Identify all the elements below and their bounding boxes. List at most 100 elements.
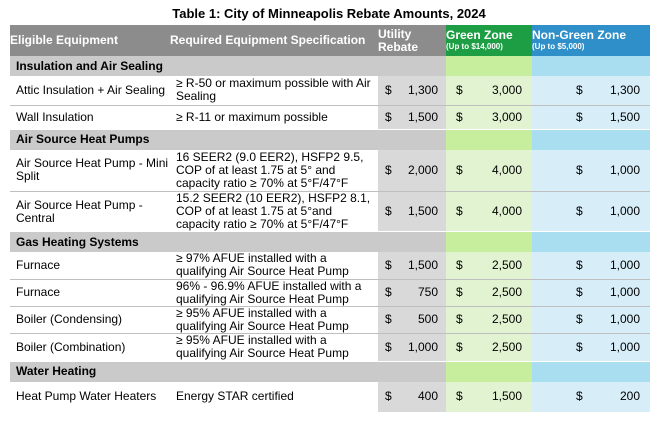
section-nongreen-fill bbox=[532, 129, 650, 150]
amount-value: 1,500 bbox=[407, 257, 438, 272]
currency-symbol: $ bbox=[456, 204, 463, 218]
amount-value: 2,500 bbox=[491, 339, 522, 354]
spec-cell: ≥ 97% AFUE installed with a qualifying A… bbox=[170, 252, 378, 280]
amount-value: 400 bbox=[417, 389, 438, 404]
spec-cell: 16 SEER2 (9.0 EER2), HSFP2 9.5, COP of a… bbox=[170, 149, 378, 192]
section-heading: Insulation and Air Sealing bbox=[10, 56, 378, 76]
header-equipment: Eligible Equipment bbox=[10, 25, 170, 56]
section-green-fill bbox=[446, 56, 532, 76]
currency-symbol: $ bbox=[576, 82, 583, 97]
currency-symbol: $ bbox=[456, 109, 463, 124]
table-row: Wall Insulation ≥ R-11 or maximum possibl… bbox=[10, 105, 650, 130]
equipment-cell: Wall Insulation bbox=[10, 105, 170, 130]
section-row: Air Source Heat Pumps bbox=[10, 129, 650, 150]
amount-value: 750 bbox=[417, 285, 438, 299]
amount-value: 4,000 bbox=[491, 162, 522, 177]
currency-symbol: $ bbox=[456, 82, 463, 97]
currency-symbol: $ bbox=[385, 162, 392, 177]
equipment-cell: Air Source Heat Pump - Central bbox=[10, 191, 170, 232]
currency-symbol: $ bbox=[576, 204, 583, 218]
currency-symbol: $ bbox=[456, 389, 463, 404]
header-utility: Utility Rebate bbox=[378, 25, 446, 56]
currency-symbol: $ bbox=[456, 257, 463, 272]
section-row: Gas Heating Systems bbox=[10, 231, 650, 252]
spec-cell: ≥ R-11 or maximum possible bbox=[170, 105, 378, 130]
equipment-cell: Boiler (Condensing) bbox=[10, 306, 170, 334]
amount-value: 1,300 bbox=[609, 82, 640, 97]
section-heading: Water Heating bbox=[10, 361, 378, 382]
amount-value: 3,000 bbox=[491, 82, 522, 97]
currency-symbol: $ bbox=[576, 257, 583, 272]
section-heading: Gas Heating Systems bbox=[10, 231, 378, 252]
utility-rebate-cell: $400 bbox=[378, 381, 446, 413]
utility-rebate-cell: $1,000 bbox=[378, 333, 446, 362]
equipment-cell: Air Source Heat Pump - Mini Split bbox=[10, 149, 170, 192]
currency-symbol: $ bbox=[385, 389, 392, 404]
utility-rebate-cell: $1,500 bbox=[378, 105, 446, 130]
rebate-table: Eligible Equipment Required Equipment Sp… bbox=[10, 25, 650, 413]
currency-symbol: $ bbox=[456, 312, 463, 326]
table-title: Table 1: City of Minneapolis Rebate Amou… bbox=[172, 6, 486, 21]
utility-rebate-cell: $1,500 bbox=[378, 252, 446, 280]
amount-value: 1,000 bbox=[609, 312, 640, 326]
table-row: Furnace ≥ 97% AFUE installed with a quali… bbox=[10, 252, 650, 280]
table-row: Boiler (Condensing) ≥ 95% AFUE installed … bbox=[10, 306, 650, 334]
currency-symbol: $ bbox=[576, 339, 583, 354]
amount-value: 1,500 bbox=[407, 204, 438, 218]
amount-value: 1,000 bbox=[407, 339, 438, 354]
section-green-fill bbox=[446, 231, 532, 252]
table-row: Boiler (Combination) ≥ 95% AFUE installed… bbox=[10, 333, 650, 362]
section-row: Insulation and Air Sealing bbox=[10, 56, 650, 76]
amount-value: 1,500 bbox=[407, 109, 438, 124]
utility-rebate-cell: $750 bbox=[378, 279, 446, 307]
currency-symbol: $ bbox=[385, 257, 392, 272]
amount-value: 2,500 bbox=[491, 312, 522, 326]
green-zone-cap: (Up to $14,000) bbox=[446, 42, 503, 51]
section-row: Water Heating bbox=[10, 361, 650, 382]
amount-value: 3,000 bbox=[491, 109, 522, 124]
header-nongreen-zone: Non-Green Zone (Up to $5,000) bbox=[532, 25, 650, 56]
amount-value: 1,000 bbox=[609, 339, 640, 354]
table-row: Furnace 96% - 96.9% AFUE installed with a… bbox=[10, 279, 650, 307]
green-zone-label: Green Zone bbox=[446, 28, 513, 42]
currency-symbol: $ bbox=[576, 162, 583, 177]
nongreen-zone-cell: $200 bbox=[532, 381, 650, 413]
section-utility-fill bbox=[378, 129, 446, 150]
equipment-cell: Heat Pump Water Heaters bbox=[10, 381, 170, 413]
nongreen-zone-cell: $1,000 bbox=[532, 191, 650, 232]
amount-value: 1,500 bbox=[491, 389, 522, 404]
green-zone-cell: $4,000 bbox=[446, 191, 532, 232]
header-green-zone: Green Zone (Up to $14,000) bbox=[446, 25, 532, 56]
section-heading: Air Source Heat Pumps bbox=[10, 129, 378, 150]
section-nongreen-fill bbox=[532, 56, 650, 76]
equipment-cell: Attic Insulation + Air Sealing bbox=[10, 76, 170, 106]
table-row: Air Source Heat Pump - Mini Split 16 SEER… bbox=[10, 149, 650, 192]
amount-value: 2,500 bbox=[491, 285, 522, 299]
currency-symbol: $ bbox=[456, 285, 463, 299]
section-nongreen-fill bbox=[532, 231, 650, 252]
utility-rebate-cell: $1,500 bbox=[378, 191, 446, 232]
amount-value: 1,000 bbox=[609, 204, 640, 218]
nongreen-zone-cell: $1,000 bbox=[532, 149, 650, 192]
green-zone-cell: $2,500 bbox=[446, 279, 532, 307]
table-row: Attic Insulation + Air Sealing ≥ R-50 or … bbox=[10, 76, 650, 106]
amount-value: 1,500 bbox=[609, 109, 640, 124]
equipment-cell: Furnace bbox=[10, 279, 170, 307]
nongreen-zone-cell: $1,000 bbox=[532, 252, 650, 280]
nongreen-zone-cell: $1,000 bbox=[532, 279, 650, 307]
spec-cell: Energy STAR certified bbox=[170, 381, 378, 413]
nongreen-zone-cell: $1,000 bbox=[532, 306, 650, 334]
currency-symbol: $ bbox=[456, 339, 463, 354]
header-spec: Required Equipment Specification bbox=[170, 25, 378, 56]
nongreen-zone-cap: (Up to $5,000) bbox=[532, 42, 585, 51]
utility-rebate-cell: $1,300 bbox=[378, 76, 446, 106]
currency-symbol: $ bbox=[385, 285, 392, 299]
table-row: Air Source Heat Pump - Central 15.2 SEER2… bbox=[10, 191, 650, 232]
currency-symbol: $ bbox=[385, 82, 392, 97]
green-zone-cell: $3,000 bbox=[446, 105, 532, 130]
section-utility-fill bbox=[378, 231, 446, 252]
currency-symbol: $ bbox=[385, 204, 392, 218]
table-row: Heat Pump Water Heaters Energy STAR certi… bbox=[10, 381, 650, 413]
currency-symbol: $ bbox=[576, 389, 583, 404]
currency-symbol: $ bbox=[576, 312, 583, 326]
